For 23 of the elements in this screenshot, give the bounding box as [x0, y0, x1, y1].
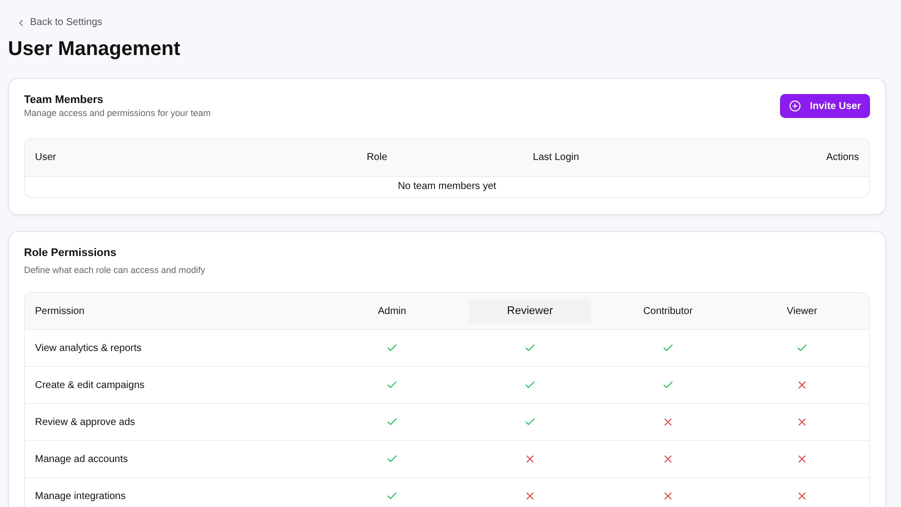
column-header: Viewer [786, 306, 818, 316]
card-title: Team Members [24, 94, 104, 106]
column-header: Reviewer [469, 299, 591, 323]
column-header: Permission [35, 306, 84, 316]
column-header: Admin [378, 306, 406, 316]
column-header: Contributor [643, 306, 693, 316]
column-header: Last Login [532, 152, 580, 163]
column-header: User [34, 152, 58, 163]
card-subtitle: Manage access and permissions for your team [24, 108, 211, 118]
column-header: Actions [825, 152, 860, 163]
page-title: User Management [8, 38, 182, 61]
back-link[interactable]: Back to Settings [16, 17, 102, 28]
permission-label: Manage ad accounts [35, 454, 128, 464]
permission-label: Create & edit campaigns [35, 380, 145, 390]
empty-message: No team members yet [396, 180, 498, 194]
card-title: Role Permissions [24, 247, 118, 259]
card-subtitle: Define what each role can access and modify [24, 265, 206, 275]
permission-label: Manage integrations [35, 490, 126, 502]
plus-circle-icon [788, 100, 801, 112]
column-header: Role [366, 152, 388, 163]
permission-label: Review & approve ads [35, 416, 136, 428]
invite-user-button[interactable]: Invite User [780, 94, 870, 118]
permission-label: View analytics & reports [35, 342, 142, 354]
